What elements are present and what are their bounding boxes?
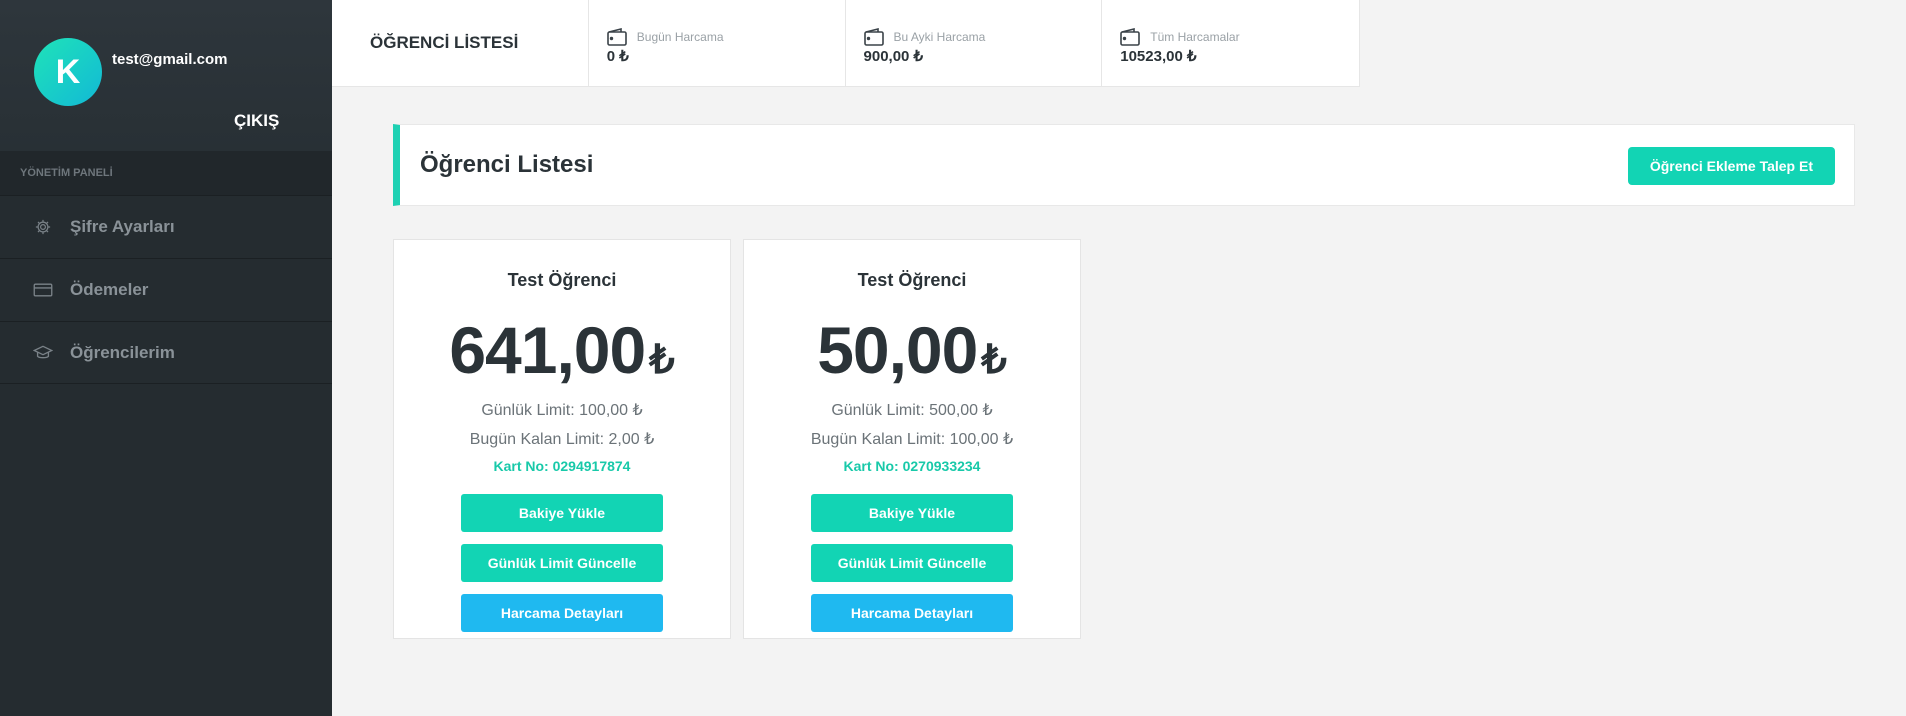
sidebar-item-payments[interactable]: Ödemeler — [0, 258, 332, 321]
currency-symbol: ₺ — [649, 338, 675, 382]
stat-label: Bu Ayki Harcama — [893, 30, 986, 44]
daily-limit: Günlük Limit: 100,00 ₺ — [481, 402, 643, 419]
request-add-student-button[interactable]: Öğrenci Ekleme Talep Et — [1627, 147, 1835, 185]
avatar[interactable]: K — [34, 38, 102, 106]
student-balance: 50,00 ₺ — [744, 312, 1080, 388]
remaining-limit: Bugün Kalan Limit: 2,00 ₺ — [469, 431, 655, 448]
graduation-cap-icon — [32, 342, 54, 364]
student-list-header: Öğrenci Listesi Öğrenci Ekleme Talep Et — [393, 124, 1855, 206]
top-stats-bar: ÖĞRENCİ LİSTESİ Bugün Harcama 0 ₺ Bu Ayk… — [332, 0, 1360, 87]
update-daily-limit-button[interactable]: Günlük Limit Güncelle — [461, 544, 663, 582]
stat-value: 0 ₺ — [606, 48, 629, 65]
student-name: Test Öğrenci — [507, 270, 617, 290]
stat-total-spending: Tüm Harcamalar 10523,00 ₺ — [1102, 0, 1359, 86]
profile-section: K test@gmail.com ÇIKIŞ — [0, 0, 332, 151]
load-balance-button[interactable]: Bakiye Yükle — [461, 494, 663, 532]
stat-today-spending: Bugün Harcama 0 ₺ — [589, 0, 846, 86]
gear-icon — [32, 216, 54, 238]
sidebar-item-label: Ödemeler — [70, 280, 149, 299]
card-number: Kart No: 0294917874 — [493, 458, 631, 474]
stat-label: Tüm Harcamalar — [1150, 30, 1240, 44]
balance-amount: 50,00 — [817, 313, 978, 387]
page-title: ÖĞRENCİ LİSTESİ — [332, 0, 589, 86]
stat-month-spending: Bu Ayki Harcama 900,00 ₺ — [846, 0, 1103, 86]
credit-card-icon — [32, 279, 54, 301]
logout-button[interactable]: ÇIKIŞ — [234, 111, 279, 131]
student-card: Test Öğrenci 641,00 ₺ Günlük Limit: 100,0… — [393, 239, 731, 639]
spending-details-button[interactable]: Harcama Detayları — [811, 594, 1013, 632]
sidebar-item-label: Şifre Ayarları — [70, 217, 175, 236]
load-balance-button[interactable]: Bakiye Yükle — [811, 494, 1013, 532]
daily-limit: Günlük Limit: 500,00 ₺ — [831, 402, 993, 419]
student-name: Test Öğrenci — [857, 270, 967, 290]
student-card: Test Öğrenci 50,00 ₺ Günlük Limit: 500,00… — [743, 239, 1081, 639]
stat-value: 10523,00 ₺ — [1120, 48, 1197, 65]
sidebar-nav: Şifre Ayarları Ödemeler Öğrencilerim — [0, 195, 332, 384]
user-email: test@gmail.com — [112, 51, 228, 68]
card-number: Kart No: 0270933234 — [843, 458, 981, 474]
sidebar: K test@gmail.com ÇIKIŞ YÖNETİM PANELİ Şi… — [0, 0, 332, 716]
section-heading: Öğrenci Listesi — [420, 151, 594, 178]
sidebar-item-my-students[interactable]: Öğrencilerim — [0, 321, 332, 384]
student-balance: 641,00 ₺ — [394, 312, 730, 388]
spending-details-button[interactable]: Harcama Detayları — [461, 594, 663, 632]
sidebar-item-label: Öğrencilerim — [70, 342, 175, 362]
stat-label: Bugün Harcama — [636, 30, 724, 44]
stat-value: 900,00 ₺ — [863, 48, 924, 65]
sidebar-item-password-settings[interactable]: Şifre Ayarları — [0, 195, 332, 258]
currency-symbol: ₺ — [981, 338, 1007, 382]
balance-amount: 641,00 — [449, 313, 646, 387]
panel-title: YÖNETİM PANELİ — [0, 151, 332, 195]
update-daily-limit-button[interactable]: Günlük Limit Güncelle — [811, 544, 1013, 582]
remaining-limit: Bugün Kalan Limit: 100,00 ₺ — [810, 431, 1014, 448]
